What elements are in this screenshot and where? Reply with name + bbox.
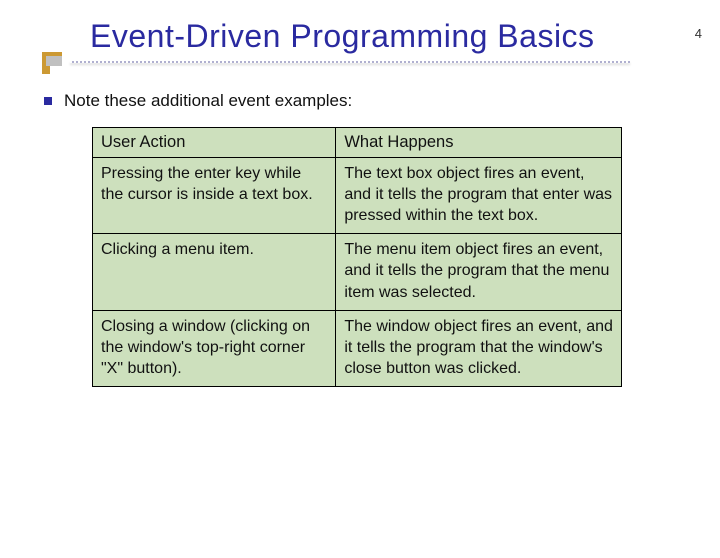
header-what-happens: What Happens bbox=[336, 128, 622, 158]
intro-line: Note these additional event examples: bbox=[44, 91, 664, 111]
table-row: Pressing the enter key while the cursor … bbox=[93, 158, 622, 234]
table-header-row: User Action What Happens bbox=[93, 128, 622, 158]
page-number: 4 bbox=[695, 26, 702, 41]
cell-what-happens: The menu item object fires an event, and… bbox=[336, 234, 622, 310]
cell-what-happens: The window object fires an event, and it… bbox=[336, 310, 622, 386]
cell-what-happens: The text box object fires an event, and … bbox=[336, 158, 622, 234]
header-user-action: User Action bbox=[93, 128, 336, 158]
cell-user-action: Clicking a menu item. bbox=[93, 234, 336, 310]
cell-user-action: Closing a window (clicking on the window… bbox=[93, 310, 336, 386]
title-accent-icon bbox=[42, 52, 62, 66]
table-row: Clicking a menu item. The menu item obje… bbox=[93, 234, 622, 310]
events-table: User Action What Happens Pressing the en… bbox=[92, 127, 622, 387]
cell-user-action: Pressing the enter key while the cursor … bbox=[93, 158, 336, 234]
page-title: Event-Driven Programming Basics bbox=[42, 18, 642, 55]
intro-text: Note these additional event examples: bbox=[64, 91, 352, 111]
square-bullet-icon bbox=[44, 97, 52, 105]
title-underline bbox=[70, 61, 630, 63]
title-block: Event-Driven Programming Basics bbox=[42, 18, 642, 63]
table-row: Closing a window (clicking on the window… bbox=[93, 310, 622, 386]
body-content: Note these additional event examples: Us… bbox=[44, 91, 664, 387]
